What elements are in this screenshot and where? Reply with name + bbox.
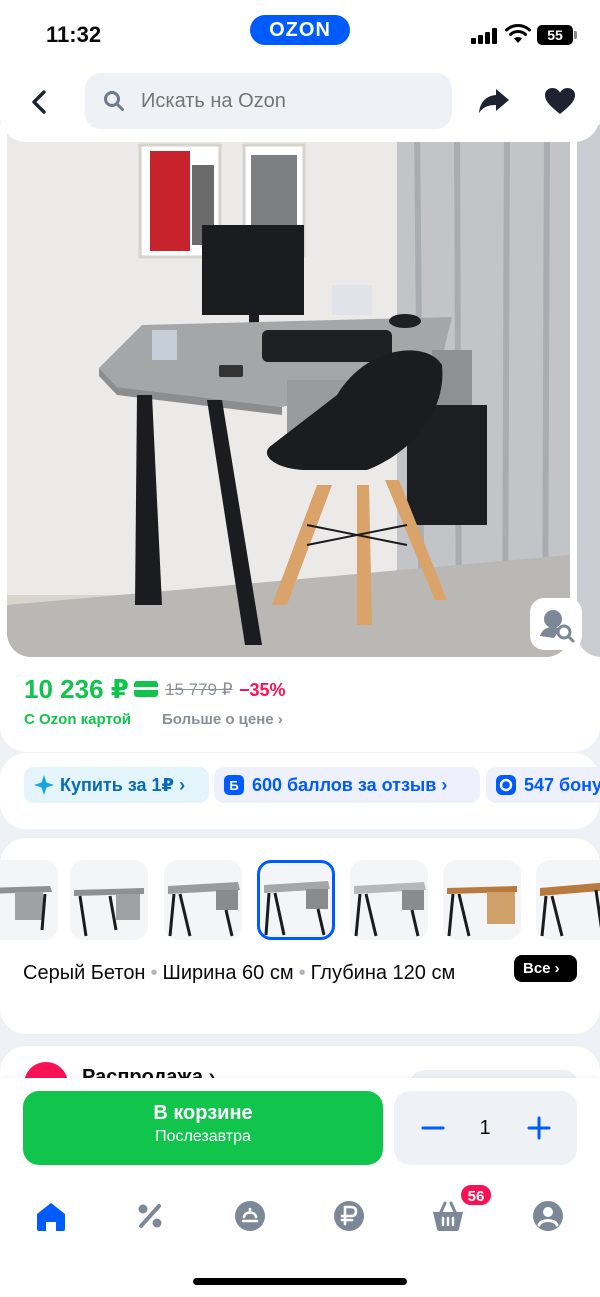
ozon-card-icon bbox=[134, 681, 158, 697]
bonus-icon bbox=[496, 775, 516, 795]
price-section: 10 236 ₽ 15 779 ₽ −35% С Ozon картой Бол… bbox=[0, 670, 600, 752]
plus-icon[interactable] bbox=[526, 1115, 552, 1141]
minus-icon[interactable] bbox=[420, 1115, 446, 1141]
variant-thumb[interactable] bbox=[70, 860, 148, 940]
variant-attributes: Серый Бетон • Ширина 60 см • Глубина 120 см bbox=[23, 962, 456, 984]
variant-thumb[interactable] bbox=[443, 860, 521, 940]
attr-depth: Глубина 120 см bbox=[310, 962, 456, 984]
product-gallery[interactable] bbox=[0, 125, 600, 670]
favorite-heart-icon[interactable] bbox=[543, 86, 577, 116]
in-cart-button[interactable]: В корзине Послезавтра bbox=[23, 1091, 383, 1165]
more-about-price-link[interactable]: Больше о цене › bbox=[162, 711, 283, 728]
variant-thumb[interactable] bbox=[536, 860, 600, 940]
finance-ruble-icon[interactable] bbox=[331, 1198, 367, 1234]
svg-text:Б: Б bbox=[229, 778, 238, 793]
wifi-icon bbox=[505, 24, 531, 43]
quantity-stepper: 1 bbox=[394, 1091, 577, 1165]
chip-label: 600 баллов за отзыв › bbox=[252, 775, 448, 795]
points-b-icon: Б bbox=[224, 775, 244, 795]
status-bar: 11:32 OZON 55 bbox=[0, 0, 600, 70]
profile-icon[interactable] bbox=[530, 1198, 566, 1234]
buy-for-1-ruble-chip[interactable]: Купить за 1₽ › bbox=[24, 767, 209, 803]
ozon-card-label[interactable]: С Ozon картой bbox=[24, 711, 131, 728]
in-cart-label: В корзине bbox=[153, 1102, 253, 1124]
cart-count-badge: 56 bbox=[459, 1183, 493, 1207]
old-price: 15 779 ₽ bbox=[165, 680, 233, 699]
search-input[interactable] bbox=[141, 73, 441, 129]
variant-thumb-selected[interactable] bbox=[257, 860, 335, 940]
search-icon bbox=[104, 91, 124, 111]
attr-color: Серый Бетон bbox=[23, 962, 146, 984]
top-nav bbox=[0, 70, 600, 142]
next-photo-peek[interactable] bbox=[577, 125, 600, 657]
discount-badge: −35% bbox=[239, 680, 286, 700]
attr-width: Ширина 60 см bbox=[162, 962, 294, 984]
chip-label: 547 бону bbox=[524, 775, 600, 795]
variant-thumb[interactable] bbox=[350, 860, 428, 940]
battery-indicator: 55 bbox=[537, 25, 577, 45]
quantity-value: 1 bbox=[479, 1117, 491, 1139]
all-variants-button[interactable]: Все › bbox=[514, 955, 577, 982]
review-points-chip[interactable]: Б 600 баллов за отзыв › bbox=[214, 767, 480, 803]
search-bar[interactable] bbox=[85, 73, 452, 129]
status-time: 11:32 bbox=[46, 22, 102, 47]
image-search-icon bbox=[540, 610, 575, 643]
cart-basket-icon[interactable] bbox=[430, 1198, 466, 1234]
sparkle-icon bbox=[34, 775, 54, 795]
promo-chips: Купить за 1₽ › Б 600 баллов за отзыв › 5… bbox=[0, 753, 600, 829]
bottom-bar: В корзине Послезавтра 1 56 bbox=[0, 1078, 600, 1297]
variant-thumb[interactable] bbox=[0, 860, 58, 940]
home-indicator bbox=[193, 1278, 407, 1285]
visual-search-button[interactable] bbox=[530, 598, 582, 650]
bonus-chip[interactable]: 547 бону bbox=[486, 767, 600, 803]
fresh-icon[interactable] bbox=[232, 1198, 268, 1234]
home-icon[interactable] bbox=[33, 1198, 69, 1234]
price-with-card: 10 236 ₽ bbox=[24, 674, 129, 704]
variant-thumb[interactable] bbox=[164, 860, 242, 940]
share-icon[interactable] bbox=[477, 86, 511, 116]
product-photo[interactable] bbox=[7, 125, 570, 657]
chip-label: Купить за 1₽ › bbox=[60, 775, 186, 795]
discount-percent-icon[interactable] bbox=[132, 1198, 168, 1234]
variant-selector: Серый Бетон • Ширина 60 см • Глубина 120 см … bbox=[0, 838, 600, 1034]
delivery-label: Послезавтра bbox=[155, 1128, 251, 1145]
ozon-logo: OZON bbox=[250, 15, 350, 45]
cellular-signal-icon bbox=[471, 28, 497, 44]
back-icon[interactable] bbox=[22, 84, 58, 120]
